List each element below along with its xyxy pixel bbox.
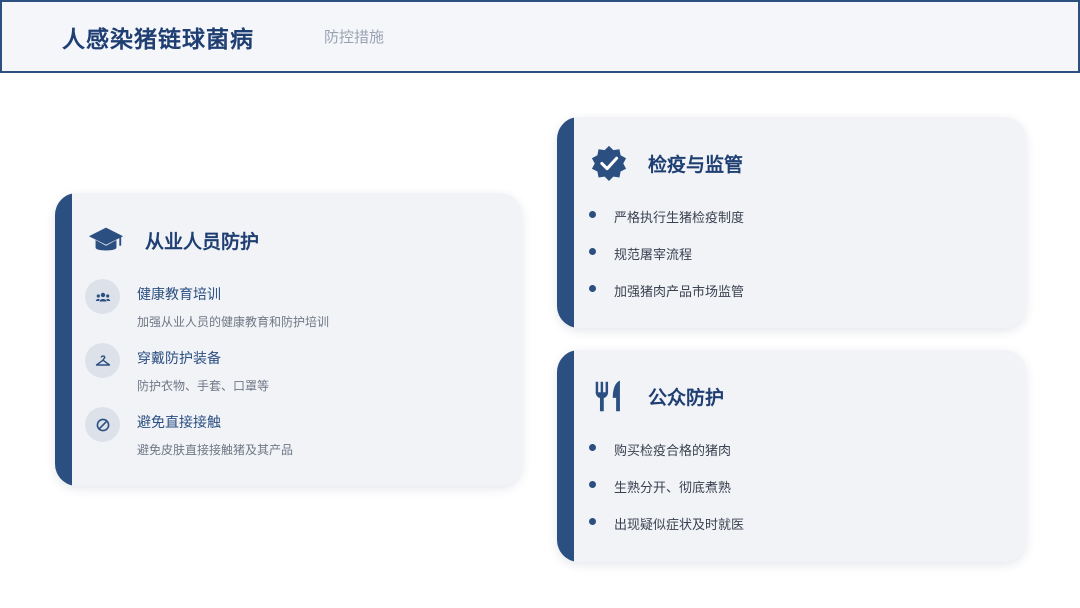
- bullet-text: 出现疑似症状及时就医: [614, 518, 745, 533]
- card-title: 从业人员防护: [145, 230, 260, 253]
- header-bar: 人感染猪链球菌病 防控措施: [0, 0, 1080, 73]
- page-subtitle: 防控措施: [324, 28, 385, 46]
- card-header: 检疫与监管: [590, 144, 743, 182]
- card-title: 公众防护: [648, 386, 725, 409]
- slide: 人感染猪链球菌病 防控措施 从业人员防护 健康教育培训 加强从业人员的健康教育和…: [0, 0, 1080, 608]
- inspection-card: 检疫与监管 严格执行生猪检疫制度 规范屠宰流程 加强猪肉产品市场监管: [557, 117, 1026, 328]
- item-description: 加强从业人员的健康教育和防护培训: [137, 315, 330, 329]
- certificate-check-icon: [590, 144, 628, 182]
- people-group-icon: [85, 279, 120, 314]
- worker-protection-card: 从业人员防护 健康教育培训 加强从业人员的健康教育和防护培训 穿戴防护装备 防护…: [55, 193, 522, 486]
- bullet-dot: [589, 518, 596, 525]
- list-item: 出现疑似症状及时就医: [587, 514, 744, 551]
- item-description: 防护衣物、手套、口罩等: [137, 379, 270, 393]
- clothes-hanger-icon: [85, 343, 120, 378]
- list-item: 严格执行生猪检疫制度: [587, 207, 744, 244]
- card-header: 公众防护: [590, 377, 724, 415]
- bullet-dot: [589, 248, 596, 255]
- card-header: 从业人员防护: [87, 221, 259, 259]
- bullet-dot: [589, 444, 596, 451]
- public-protection-card: 公众防护 购买检疫合格的猪肉 生熟分开、彻底煮熟 出现疑似症状及时就医: [557, 350, 1026, 562]
- bullet-list: 购买检疫合格的猪肉 生熟分开、彻底煮熟 出现疑似症状及时就医: [587, 440, 744, 551]
- bullet-dot: [589, 481, 596, 488]
- item-title: 穿戴防护装备: [137, 351, 221, 367]
- list-item: 加强猪肉产品市场监管: [587, 281, 744, 318]
- page-title: 人感染猪链球菌病: [62, 25, 254, 53]
- item-title: 避免直接接触: [137, 415, 221, 431]
- ban-icon: [85, 407, 120, 442]
- list-item: 生熟分开、彻底煮熟: [587, 477, 744, 514]
- bullet-text: 购买检疫合格的猪肉: [614, 444, 732, 459]
- item-title: 健康教育培训: [137, 287, 221, 303]
- list-item: 规范屠宰流程: [587, 244, 744, 281]
- bullet-text: 规范屠宰流程: [614, 248, 693, 263]
- bullet-list: 严格执行生猪检疫制度 规范屠宰流程 加强猪肉产品市场监管: [587, 207, 744, 318]
- graduation-cap-icon: [87, 221, 125, 259]
- bullet-dot: [589, 285, 596, 292]
- list-item: 购买检疫合格的猪肉: [587, 440, 744, 477]
- bullet-text: 加强猪肉产品市场监管: [614, 285, 745, 300]
- item-description: 避免皮肤直接接触猪及其产品: [137, 443, 294, 457]
- bullet-text: 生熟分开、彻底煮熟: [614, 481, 732, 496]
- bullet-text: 严格执行生猪检疫制度: [614, 211, 745, 226]
- card-title: 检疫与监管: [648, 153, 744, 176]
- utensils-icon: [590, 377, 628, 415]
- bullet-dot: [589, 211, 596, 218]
